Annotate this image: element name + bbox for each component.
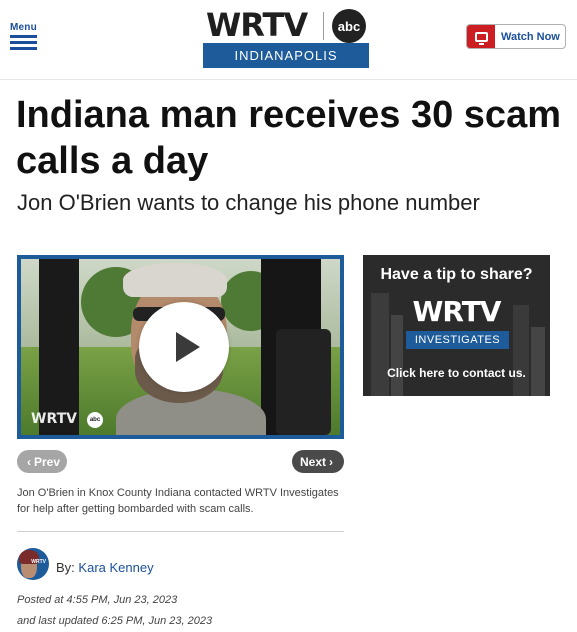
next-label: Next <box>299 454 326 469</box>
video-thumbnail-cart <box>39 259 79 435</box>
watch-now-button[interactable]: Watch Now <box>466 24 566 49</box>
tip-cta[interactable]: Click here to contact us. <box>363 366 550 380</box>
skyline-building <box>531 327 545 396</box>
play-button[interactable] <box>139 302 229 392</box>
tv-icon <box>467 25 495 48</box>
tip-logo: WRTV <box>412 295 502 328</box>
site-header: Menu WRTV abc INDIANAPOLIS Watch Now <box>0 0 577 80</box>
next-button[interactable]: Next › <box>292 450 344 473</box>
hamburger-icon-bar <box>10 35 37 38</box>
logo-wordmark: WRTV <box>206 6 308 44</box>
author-link[interactable]: Kara Kenney <box>78 560 153 575</box>
byline: By: Kara Kenney <box>56 560 154 575</box>
byline-prefix: By: <box>56 560 75 575</box>
chevron-right-icon: › <box>329 454 333 469</box>
tip-title: Have a tip to share? <box>380 266 533 283</box>
logo-city: INDIANAPOLIS <box>203 43 369 68</box>
abc-watermark-icon: abc <box>87 412 103 428</box>
article-headline: Indiana man receives 30 scam calls a day <box>16 94 561 182</box>
watch-now-label: Watch Now <box>501 30 560 43</box>
tip-promo[interactable]: Have a tip to share? WRTV INVESTIGATES C… <box>363 255 550 396</box>
hamburger-icon-bar <box>10 41 37 44</box>
video-thumbnail-person <box>123 263 227 297</box>
posted-timestamp: Posted at 4:55 PM, Jun 23, 2023 <box>17 594 178 606</box>
updated-timestamp: and last updated 6:25 PM, Jun 23, 2023 <box>17 615 213 627</box>
article-subhead: Jon O'Brien wants to change his phone nu… <box>17 190 480 215</box>
abc-logo-icon: abc <box>332 9 366 43</box>
author-avatar[interactable]: WRTV <box>17 548 49 580</box>
prev-button[interactable]: ‹ Prev <box>17 450 67 473</box>
menu-label: Menu <box>10 22 37 33</box>
prev-label: Prev <box>33 454 61 469</box>
avatar-logo: WRTV <box>31 559 46 565</box>
video-caption: Jon O'Brien in Knox County Indiana conta… <box>17 487 339 515</box>
video-player[interactable]: WRTV abc <box>17 255 344 439</box>
menu-button[interactable]: Menu <box>10 22 40 53</box>
chevron-left-icon: ‹ <box>26 454 31 469</box>
investigates-badge: INVESTIGATES <box>406 331 509 349</box>
video-watermark: WRTV <box>31 411 77 427</box>
video-thumbnail-golf-bag <box>276 329 331 435</box>
hamburger-icon-bar <box>10 47 37 50</box>
logo-divider <box>323 12 324 40</box>
divider <box>17 531 344 532</box>
play-icon <box>176 332 200 362</box>
site-logo[interactable]: WRTV abc INDIANAPOLIS <box>203 6 369 68</box>
